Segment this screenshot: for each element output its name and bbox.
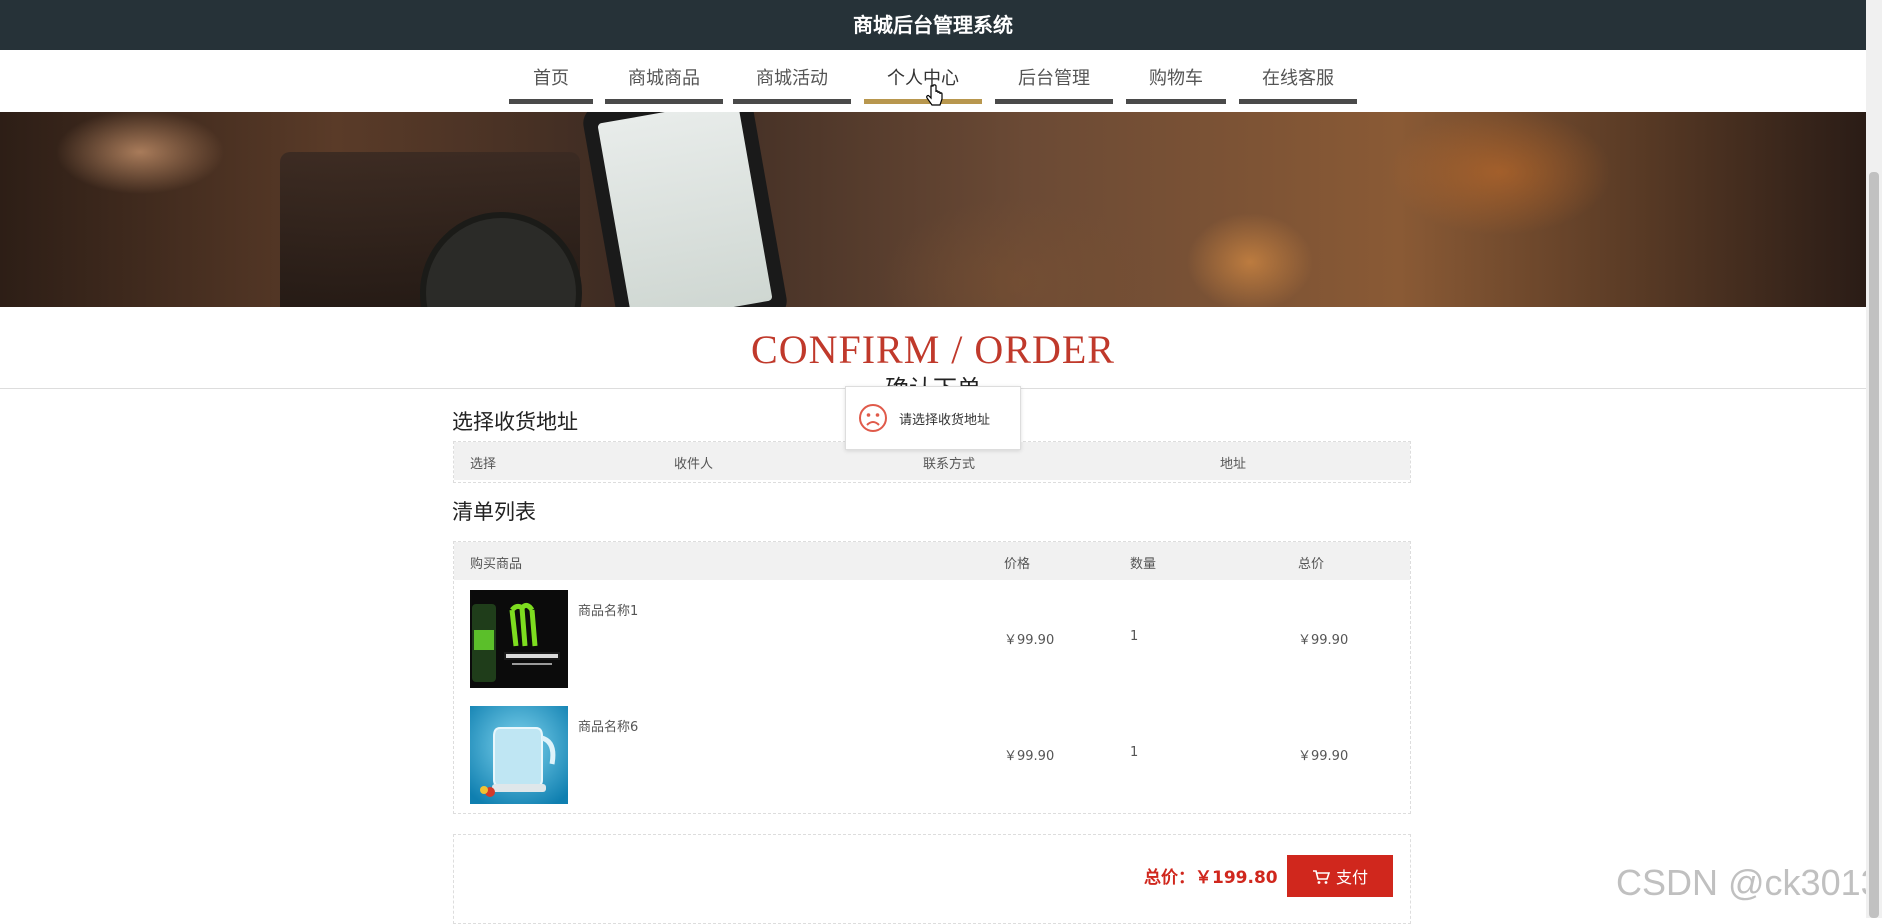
col-total: 总价 <box>1298 557 1325 572</box>
nav-label: 个人中心 <box>887 68 959 89</box>
product-qty: 1 <box>1130 745 1139 760</box>
scrollbar-thumb[interactable] <box>1869 172 1879 918</box>
nav-label: 后台管理 <box>1018 68 1090 89</box>
nav-label: 首页 <box>533 68 569 89</box>
order-total: 总价：￥199.80 <box>1144 863 1278 888</box>
banner-phone <box>580 112 790 307</box>
nav-item-admin[interactable]: 后台管理 <box>995 66 1113 104</box>
nav-item-products[interactable]: 商城商品 <box>605 66 723 104</box>
table-row: 商品名称6 ￥99.90 1 ￥99.90 <box>454 696 1410 812</box>
table-row: 商品名称1 ￥99.90 1 ￥99.90 <box>454 580 1410 696</box>
product-name[interactable]: 商品名称1 <box>578 600 638 619</box>
col-recipient: 收件人 <box>674 457 714 472</box>
order-total-label: 总价： <box>1144 868 1195 888</box>
cart-icon <box>1312 870 1331 884</box>
nav-underline <box>509 99 593 104</box>
kettle-image[interactable] <box>470 706 568 804</box>
product-price: ￥99.90 <box>1004 749 1055 764</box>
nav-underline <box>605 99 723 104</box>
nav-label: 商城商品 <box>628 68 700 89</box>
col-select: 选择 <box>470 457 497 472</box>
col-address: 地址 <box>1220 457 1247 472</box>
pay-button-label: 支付 <box>1335 868 1368 887</box>
app-title-bar: 商城后台管理系统 <box>0 0 1866 50</box>
watermark: CSDN @ck3013 <box>1616 862 1881 903</box>
col-product: 购买商品 <box>470 557 523 572</box>
toast-text: 请选择收货地址 <box>899 413 991 428</box>
col-qty: 数量 <box>1130 557 1157 572</box>
banner-phone-screen <box>597 112 773 307</box>
sad-face-icon <box>859 404 887 432</box>
address-section-title: 选择收货地址 <box>452 410 578 434</box>
product-name[interactable]: 商品名称6 <box>578 716 638 735</box>
page-title: CONFIRM / ORDER <box>751 327 1115 372</box>
product-total: ￥99.90 <box>1298 749 1349 764</box>
page-scrollbar[interactable] <box>1866 0 1882 918</box>
hand-cursor-icon <box>926 84 943 106</box>
nav-underline-active <box>864 99 982 104</box>
nav-label: 商城活动 <box>756 68 828 89</box>
items-table: 购买商品 价格 数量 总价 商品名称1 ￥99.90 1 ￥99.90 商品名称… <box>453 541 1411 814</box>
energy-drink-image[interactable] <box>470 590 568 688</box>
pay-button[interactable]: 支付 <box>1287 855 1393 897</box>
items-section-title: 清单列表 <box>452 500 536 524</box>
nav-label: 购物车 <box>1149 68 1203 89</box>
nav-item-cart[interactable]: 购物车 <box>1126 66 1226 104</box>
toast-message: 请选择收货地址 <box>845 386 1021 450</box>
nav-item-activities[interactable]: 商城活动 <box>733 66 851 104</box>
order-total-value: ￥199.80 <box>1195 868 1278 888</box>
nav-item-support[interactable]: 在线客服 <box>1239 66 1357 104</box>
hero-banner <box>0 112 1866 307</box>
nav-underline <box>1239 99 1357 104</box>
nav-underline <box>733 99 851 104</box>
nav-underline <box>1126 99 1226 104</box>
nav-item-home[interactable]: 首页 <box>509 66 593 104</box>
items-table-header: 购买商品 价格 数量 总价 <box>454 542 1410 580</box>
app-title: 商城后台管理系统 <box>853 13 1013 37</box>
nav-label: 在线客服 <box>1262 68 1334 89</box>
col-price: 价格 <box>1004 557 1031 572</box>
product-price: ￥99.90 <box>1004 633 1055 648</box>
nav-item-profile[interactable]: 个人中心 <box>864 66 982 104</box>
product-qty: 1 <box>1130 629 1139 644</box>
col-contact: 联系方式 <box>923 457 976 472</box>
product-total: ￥99.90 <box>1298 633 1349 648</box>
checkout-bar: 总价：￥199.80 支付 <box>453 834 1411 924</box>
nav-underline <box>995 99 1113 104</box>
